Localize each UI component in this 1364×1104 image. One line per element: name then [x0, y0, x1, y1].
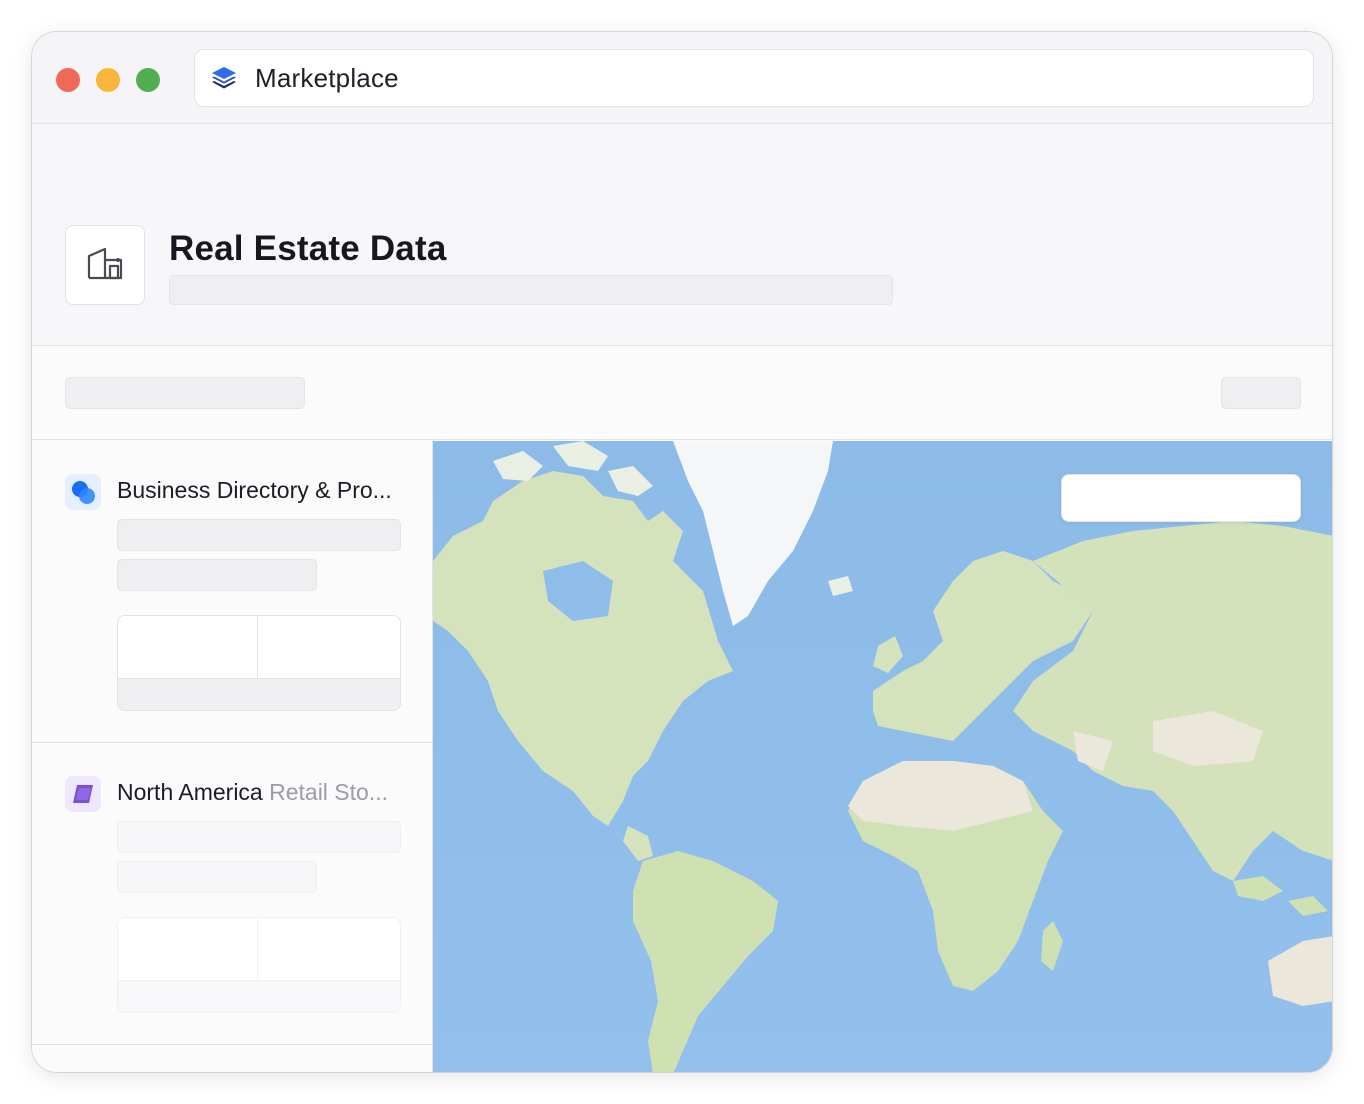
- stat-cell: [118, 616, 258, 678]
- listing-title[interactable]: North America Retail Sto...: [117, 779, 388, 806]
- text-placeholder: [117, 861, 317, 893]
- listing-panel: Business Directory & Pro... North Americ…: [32, 441, 433, 1072]
- text-placeholder: [117, 821, 401, 853]
- stat-cell: [259, 918, 400, 980]
- close-window-button[interactable]: [56, 68, 80, 92]
- text-placeholder: [117, 559, 317, 591]
- map-search-placeholder[interactable]: [1061, 474, 1301, 522]
- browser-window: Marketplace Real Estate Data Business Di…: [31, 31, 1333, 1073]
- maximize-window-button[interactable]: [136, 68, 160, 92]
- category-icon-box: [65, 225, 145, 305]
- title-bar: Marketplace: [32, 32, 1332, 124]
- listing-card[interactable]: Business Directory & Pro...: [32, 441, 433, 743]
- stat-cell: [118, 918, 258, 980]
- listing-title-main: North America: [117, 779, 263, 805]
- description-placeholder: [169, 275, 893, 305]
- world-map[interactable]: [433, 441, 1332, 1072]
- address-title: Marketplace: [255, 62, 399, 93]
- listing-card[interactable]: North America Retail Sto...: [32, 743, 433, 1045]
- text-placeholder: [117, 519, 401, 551]
- stats-placeholder: [117, 615, 401, 711]
- purple-shape-icon: [65, 776, 101, 812]
- stats-placeholder: [117, 917, 401, 1013]
- page-header: Real Estate Data: [32, 125, 1332, 346]
- building-icon: [86, 246, 124, 285]
- listing-title[interactable]: Business Directory & Pro...: [117, 477, 392, 504]
- overlapping-circles-icon: [65, 474, 101, 510]
- stat-footer: [118, 980, 400, 1012]
- world-map-graphic: [433, 441, 1332, 1072]
- filter-placeholder[interactable]: [65, 377, 305, 409]
- address-bar[interactable]: Marketplace: [194, 49, 1314, 107]
- page-title: Real Estate Data: [169, 229, 447, 268]
- layers-stack-icon: [209, 63, 239, 93]
- minimize-window-button[interactable]: [96, 68, 120, 92]
- action-placeholder[interactable]: [1221, 377, 1301, 409]
- stat-cell: [259, 616, 400, 678]
- toolbar: [32, 347, 1332, 440]
- listing-title-faded: Retail Sto...: [262, 779, 388, 805]
- stat-footer: [118, 678, 400, 710]
